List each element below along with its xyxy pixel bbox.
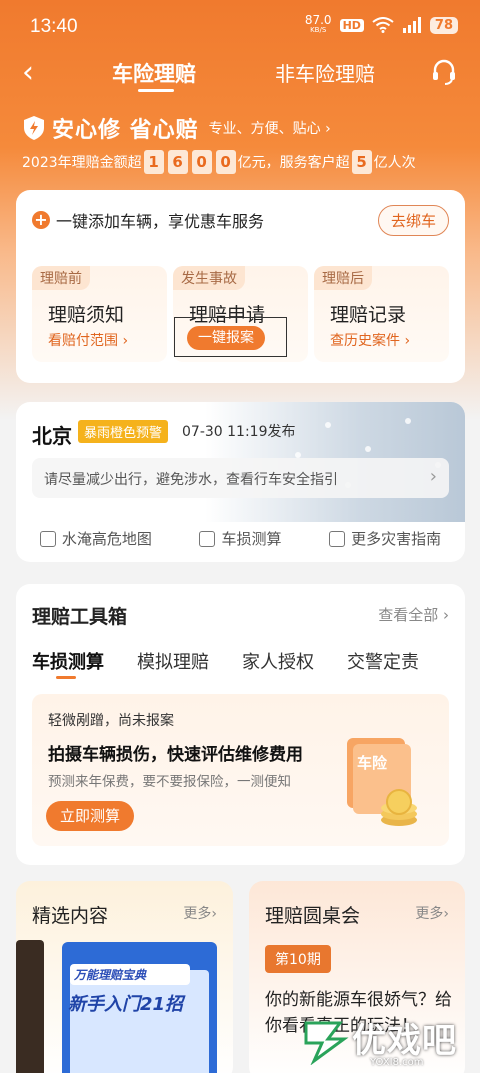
weather-card: 北京 暴雨橙色预警 07-30 11:19发布 请尽量减少出行，避免涉水，查看行…	[16, 402, 465, 562]
damage-calc-panel: 轻微剐蹭，尚未报案 拍摄车辆损伤，快速评估维修费用 预测来年保费，要不要报保险，…	[32, 694, 449, 846]
status-icons: 87.0 KB/S HD 78	[304, 13, 458, 35]
safety-advice[interactable]: 请尽量减少出行，避免涉水，查看行车安全指引 ›	[32, 458, 449, 498]
battery-icon: 78	[429, 16, 458, 34]
issue-badge: 第10期	[265, 945, 331, 973]
shield-icon	[24, 116, 44, 140]
tab-police-liability[interactable]: 交警定责	[347, 648, 419, 674]
highlight-box	[174, 317, 287, 357]
site-watermark: 优戏吧 YOXI8.com	[300, 1011, 470, 1073]
amount-digit: 6	[167, 150, 188, 174]
tagline-link[interactable]: 专业、方便、贴心 ›	[209, 118, 331, 138]
featured-title: 精选内容	[32, 905, 109, 927]
warning-icon	[329, 531, 346, 547]
publish-time: 07-30 11:19发布	[182, 424, 296, 440]
weather-links: 水淹高危地图 车损测算 更多灾害指南	[16, 528, 465, 549]
side-thumbnail	[16, 940, 44, 1073]
signal-icon	[402, 17, 421, 33]
claims-toolbox: 理赔工具箱 查看全部 › 车损测算 模拟理赔 家人授权 交警定责 轻微剐蹭，尚未…	[16, 584, 465, 865]
amount-digit: 1	[143, 150, 164, 174]
plus-icon: +	[32, 211, 50, 229]
slogan-row: 安心修 省心赔 专业、方便、贴心 ›	[22, 112, 331, 144]
claims-stats: 2023年理赔金额超 1 6 0 0 亿元，服务客户超 5 亿人次	[22, 150, 416, 174]
amount-digit: 0	[215, 150, 236, 174]
hd-icon: HD	[339, 18, 364, 32]
coverage-link[interactable]: 看赔付范围 ›	[48, 330, 128, 350]
chevron-right-icon: ›	[429, 466, 437, 487]
toolbox-title: 理赔工具箱	[32, 606, 128, 628]
customer-service-icon[interactable]	[430, 58, 458, 86]
flood-map-link[interactable]: 水淹高危地图	[39, 528, 152, 549]
network-speed: 87.0 KB/S	[304, 13, 332, 34]
toolbox-tabs: 车损测算 模拟理赔 家人授权 交警定责	[32, 648, 419, 674]
wifi-icon	[372, 17, 394, 33]
tab-family-auth[interactable]: 家人授权	[242, 648, 314, 674]
customers-digit: 5	[351, 150, 372, 174]
amount-digit: 0	[191, 150, 212, 174]
featured-poster[interactable]: 万能理赔宝典 新手入门21招	[62, 942, 217, 1073]
calculate-now-button[interactable]: 立即测算	[46, 801, 134, 831]
insurance-document-icon: 车险	[347, 738, 417, 826]
status-bar: 13:40 87.0 KB/S HD 78	[0, 0, 480, 56]
damage-calc-link[interactable]: 车损测算	[199, 528, 281, 549]
calculator-icon	[199, 531, 216, 547]
back-arrow-icon[interactable]: ‹	[22, 58, 34, 88]
weather-warning-badge: 暴雨橙色预警	[78, 420, 169, 443]
bind-car-button[interactable]: 去绑车	[377, 205, 449, 236]
featured-content-card[interactable]: 精选内容 更多› 万能理赔宝典 新手入门21招	[16, 881, 233, 1073]
history-link[interactable]: 查历史案件 ›	[330, 330, 410, 350]
roundtable-title: 理赔圆桌会	[265, 905, 361, 927]
see-all-link[interactable]: 查看全部 ›	[378, 604, 449, 625]
tab-car-claims[interactable]: 车险理赔	[112, 58, 196, 88]
featured-more-link[interactable]: 更多›	[183, 903, 217, 923]
active-tab-indicator	[138, 89, 174, 92]
disaster-guide-link[interactable]: 更多灾害指南	[329, 528, 441, 549]
city-name: 北京	[32, 424, 72, 448]
tab-non-car-claims[interactable]: 非车险理赔	[275, 58, 375, 87]
slogan-text: 安心修 省心赔	[52, 118, 199, 143]
toolbox-tab-indicator	[56, 676, 76, 679]
top-nav: ‹ 车险理赔 非车险理赔	[0, 52, 480, 92]
after-claim-section[interactable]: 理赔后 理赔记录 查历史案件 ›	[314, 266, 449, 362]
roundtable-more-link[interactable]: 更多›	[415, 903, 449, 923]
tab-damage-calc[interactable]: 车损测算	[32, 648, 104, 674]
add-vehicle-row[interactable]: + 一键添加车辆，享优惠车服务	[32, 208, 264, 232]
svg-text:车险: 车险	[357, 754, 388, 772]
car-claims-card: + 一键添加车辆，享优惠车服务 去绑车 理赔前 理赔须知 看赔付范围 › 发生事…	[16, 190, 465, 383]
tab-simulated-claim[interactable]: 模拟理赔	[137, 648, 209, 674]
before-claim-section[interactable]: 理赔前 理赔须知 看赔付范围 ›	[32, 266, 167, 362]
status-time: 13:40	[30, 16, 78, 37]
map-pin-icon	[39, 531, 56, 547]
watermark-logo-icon	[304, 1021, 349, 1065]
